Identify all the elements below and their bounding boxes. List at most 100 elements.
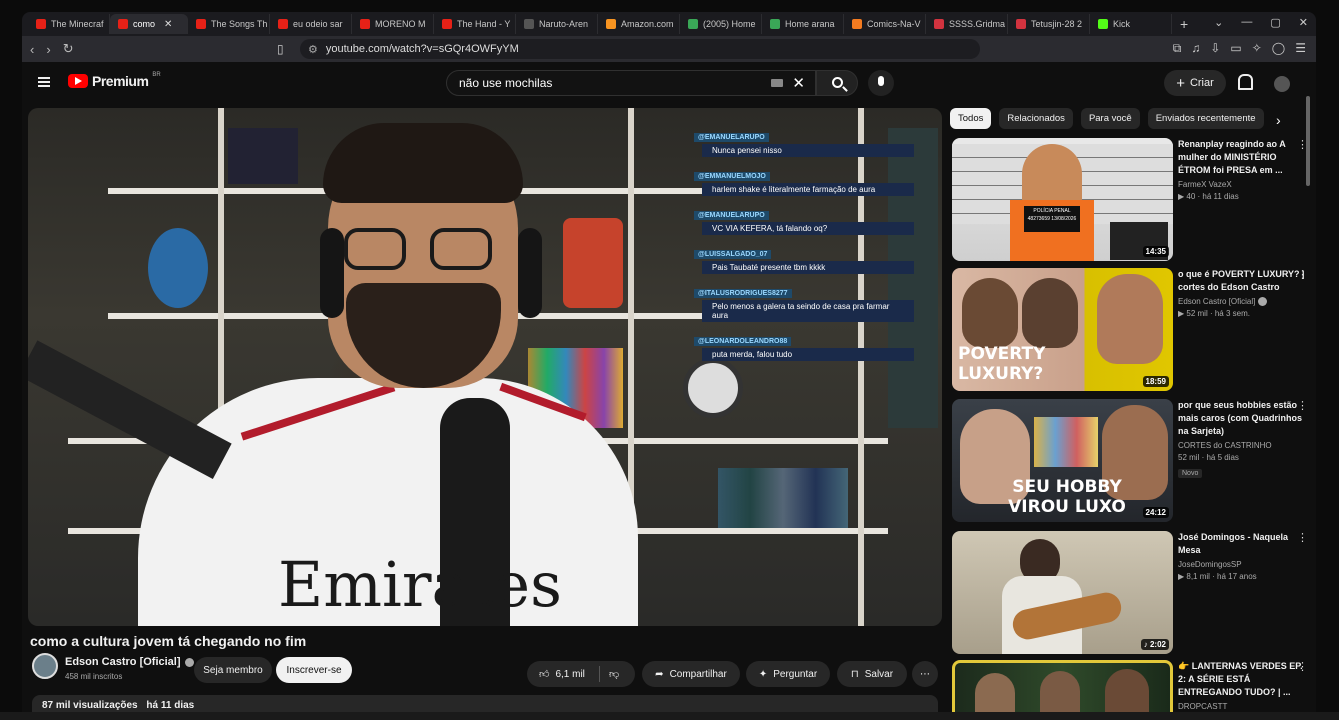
share-button[interactable]: ➦ Compartilhar [642, 661, 740, 687]
create-button[interactable]: + Criar [1164, 70, 1226, 96]
tab-favicon-icon [688, 19, 698, 29]
forward-icon[interactable]: › [46, 42, 50, 57]
minimize-icon[interactable]: — [1241, 16, 1252, 29]
browser-tab[interactable]: The Songs Th [188, 14, 270, 34]
chevron-right-icon[interactable]: › [1276, 112, 1281, 128]
save-icon: ⊓ [850, 668, 859, 680]
rec-channel[interactable]: DROPCASTT [1178, 702, 1308, 711]
more-vert-icon[interactable]: ⋮ [1297, 531, 1308, 544]
wallet-icon[interactable]: ▭ [1230, 41, 1241, 56]
save-button[interactable]: ⊓ Salvar [837, 661, 907, 687]
thumbnail[interactable]: POVERTY LUXURY? 18:59 [952, 268, 1173, 391]
browser-tab[interactable]: SSSS.Gridma [926, 14, 1008, 34]
recommendation-item[interactable]: POLÍCIA PENAL 48273659 13/08/2026 14:35 … [952, 138, 1308, 262]
browser-tab[interactable]: Tetusjin-28 2 [1008, 14, 1090, 34]
recommendation-item[interactable]: POVERTY LUXURY? 18:59 o que é POVERTY LU… [952, 268, 1308, 392]
rec-title[interactable]: José Domingos - Naquela Mesa [1178, 531, 1308, 557]
like-icon[interactable]: 👍︎ [539, 668, 549, 680]
ai-icon[interactable]: ✧ [1252, 41, 1262, 56]
filter-chip[interactable]: Para você [1080, 108, 1140, 129]
channel-avatar[interactable] [32, 653, 58, 679]
browser-tab[interactable]: The Hand - Y [434, 14, 516, 34]
recommendation-item[interactable]: ♪ 2:02 José Domingos - Naquela Mesa Jose… [952, 531, 1308, 655]
like-count[interactable]: 6,1 mil [555, 669, 584, 680]
more-vert-icon[interactable]: ⋮ [1297, 268, 1308, 281]
tab-label: como [133, 19, 156, 29]
youtube-premium-logo[interactable]: Premium BR [68, 72, 161, 89]
thumbnail[interactable]: POLÍCIA PENAL 48273659 13/08/2026 14:35 [952, 138, 1173, 261]
keyboard-icon[interactable] [771, 79, 783, 87]
voice-search-icon[interactable] [868, 70, 894, 96]
browser-tab[interactable]: Amazon.com [598, 14, 680, 34]
chat-username: @LUISSALGADO_07 [694, 250, 772, 259]
reload-icon[interactable]: ↻ [63, 41, 74, 57]
tab-favicon-icon [278, 19, 288, 29]
filter-chip[interactable]: Relacionados [999, 108, 1073, 129]
filter-chip[interactable]: Enviados recentemente [1147, 108, 1264, 129]
browser-tab[interactable]: eu odeio sar [270, 14, 352, 34]
thumbnail[interactable] [952, 660, 1173, 720]
tab-strip: The Minecraf como ✕ The Songs Th eu odeio sa… [22, 12, 1316, 36]
tab-label: eu odeio sar [293, 19, 343, 29]
account-avatar[interactable] [1274, 76, 1290, 92]
join-button[interactable]: Seja membro [194, 657, 272, 683]
site-info-icon[interactable]: ⚙ [308, 43, 318, 56]
browser-tab[interactable]: (2005) Home [680, 14, 762, 34]
thumbnail[interactable]: SEU HOBBY VIROU LUXO 24:12 [952, 399, 1173, 522]
browser-tab[interactable]: Kick [1090, 14, 1172, 34]
browser-tab[interactable]: como ✕ [110, 14, 188, 34]
rec-channel: Edson Castro [Oficial] [1178, 297, 1256, 306]
close-window-icon[interactable]: ✕ [1299, 16, 1308, 29]
close-tab-icon[interactable]: ✕ [164, 19, 172, 30]
recommendation-item[interactable]: SEU HOBBY VIROU LUXO 24:12 por que seus … [952, 399, 1308, 523]
filter-chip[interactable]: Todos [950, 108, 992, 129]
new-tab-icon[interactable]: + [1180, 16, 1188, 32]
chat-message: @LEONARDOLEANDRO88 puta merda, falou tudo [694, 330, 914, 361]
back-icon[interactable]: ‹ [30, 42, 34, 57]
subscribe-button[interactable]: Inscrever-se [276, 657, 352, 683]
ask-button[interactable]: ✦ Perguntar [746, 661, 830, 687]
tab-search-icon[interactable]: ⌄ [1214, 16, 1223, 29]
profile-icon[interactable]: ◯ [1272, 41, 1285, 56]
hamburger-menu-icon[interactable] [38, 77, 50, 87]
channel-name[interactable]: Edson Castro [Oficial] [65, 656, 194, 668]
rec-age: há 3 sem. [1214, 309, 1250, 318]
downloads-icon[interactable]: ⇩ [1210, 41, 1220, 56]
browser-tab[interactable]: Home arana [762, 14, 844, 34]
extensions-icon[interactable]: ⧉ [1173, 41, 1182, 56]
menu-icon[interactable]: ☰ [1295, 41, 1306, 56]
search-button[interactable] [816, 70, 858, 96]
more-actions-button[interactable]: ⋯ [912, 661, 938, 687]
search-input[interactable]: não use mochilas ✕ [446, 70, 816, 96]
rec-channel-row[interactable]: Edson Castro [Oficial] [1178, 297, 1308, 306]
rec-age: há 11 dias [1202, 192, 1239, 201]
clear-search-icon[interactable]: ✕ [792, 74, 805, 92]
rec-title[interactable]: 👉 LANTERNAS VERDES EP. 2: A SÉRIE ESTÁ E… [1178, 660, 1308, 699]
rec-title[interactable]: o que é POVERTY LUXURY? | cortes do Edso… [1178, 268, 1308, 294]
rec-title[interactable]: por que seus hobbies estão mais caros (c… [1178, 399, 1308, 438]
rec-stats: ▶ 8,1 mil · há 17 anos [1178, 572, 1257, 581]
browser-tab[interactable]: The Minecraf [28, 14, 110, 34]
bookmark-icon[interactable]: ▯ [277, 42, 284, 56]
browser-tab[interactable]: Naruto-Aren [516, 14, 598, 34]
more-vert-icon[interactable]: ⋮ [1297, 660, 1308, 673]
recommendation-item[interactable]: 👉 LANTERNAS VERDES EP. 2: A SÉRIE ESTÁ E… [952, 660, 1308, 720]
more-vert-icon[interactable]: ⋮ [1297, 399, 1308, 412]
rec-channel[interactable]: CORTES do CASTRINHO [1178, 441, 1308, 450]
maximize-icon[interactable]: ▢ [1270, 16, 1280, 29]
youtube-play-icon [68, 74, 88, 88]
rec-title[interactable]: Renanplay reagindo ao A mulher do MINIST… [1178, 138, 1308, 177]
rec-stats: ▶ 52 mil · há 3 sem. [1178, 309, 1250, 318]
dislike-icon[interactable]: 👎︎ [609, 668, 619, 680]
browser-tab[interactable]: MORENO M [352, 14, 434, 34]
rec-channel[interactable]: FarmeX VazeX [1178, 180, 1308, 189]
media-icon[interactable]: ♫ [1191, 41, 1200, 56]
notifications-icon[interactable] [1237, 74, 1253, 90]
thumbnail[interactable]: ♪ 2:02 [952, 531, 1173, 654]
url-field[interactable]: ⚙ youtube.com/watch?v=sGQr4OWFyYM [300, 39, 980, 59]
shelf-item [228, 128, 298, 184]
rec-channel[interactable]: JoseDomingosSP [1178, 560, 1308, 569]
browser-tab[interactable]: Comics-Na-V [844, 14, 926, 34]
video-player[interactable]: Emirates @EMANUELARUPO Nunca pensei nisso… [28, 108, 942, 626]
more-vert-icon[interactable]: ⋮ [1297, 138, 1308, 151]
